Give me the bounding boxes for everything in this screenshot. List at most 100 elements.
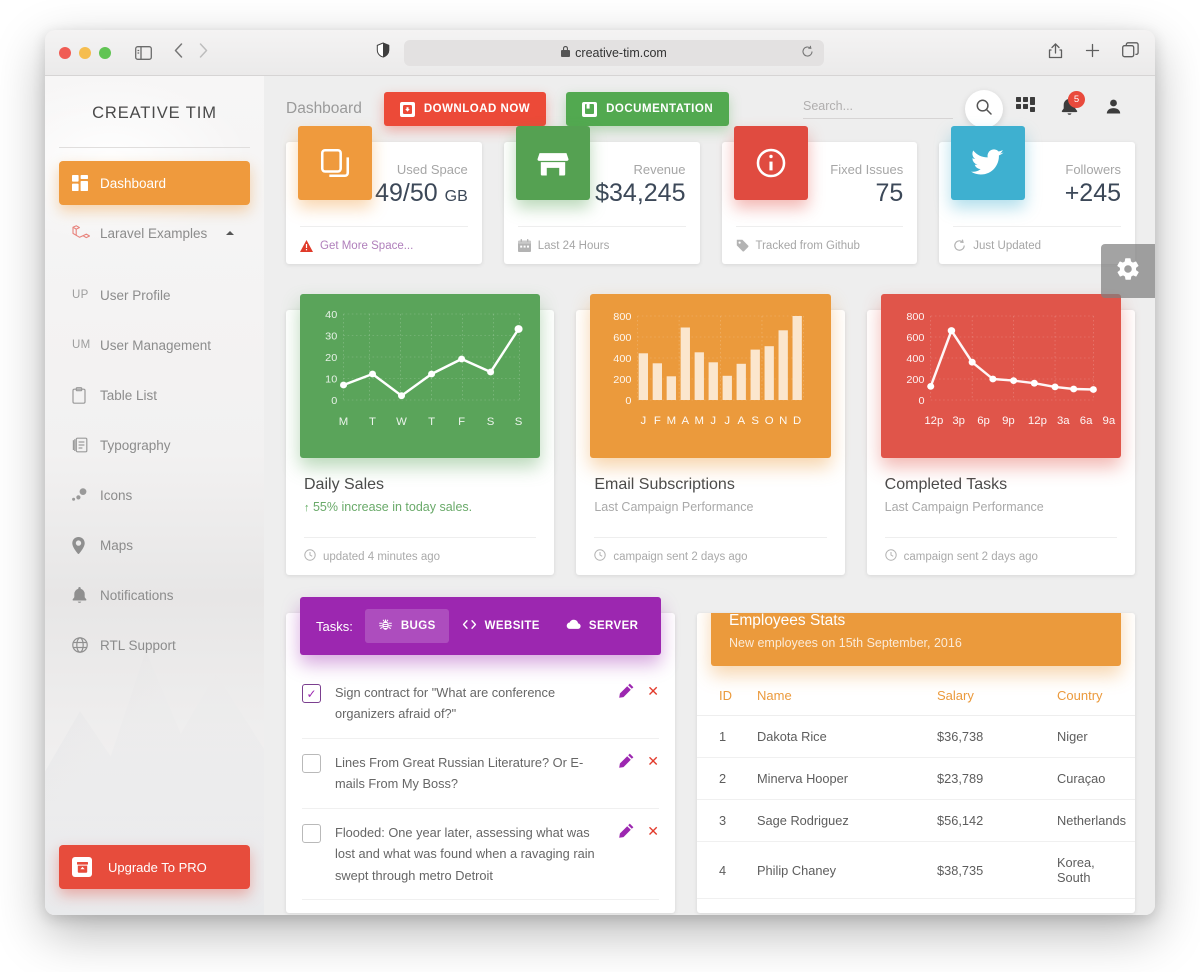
table-row: 3 Sage Rodriguez $56,142 Netherlands: [697, 799, 1135, 842]
cell-country: Korea, South: [1049, 841, 1135, 899]
column-header-name: Name: [749, 678, 929, 716]
completed-tasks-chart: 800 600 400 200 0 12p 3p 6p 9p 12p 3a 6a…: [880, 294, 1121, 458]
sidebar-item-user-profile[interactable]: UP User Profile: [59, 273, 250, 317]
chart-title: Email Subscriptions: [594, 476, 735, 493]
reload-icon[interactable]: [801, 45, 814, 61]
dashboard-icon: [72, 175, 100, 191]
employees-subtitle: New employees on 15th September, 2016: [729, 636, 962, 650]
info-icon: [733, 126, 808, 200]
edit-icon[interactable]: [619, 683, 634, 703]
tab-website[interactable]: WEBSITE: [449, 609, 553, 643]
task-checkbox[interactable]: [302, 753, 321, 773]
chart-title: Daily Sales: [304, 476, 385, 493]
task-checkbox[interactable]: [302, 823, 321, 843]
sidebar-item-icons[interactable]: Icons: [59, 473, 250, 517]
sidebar-item-maps[interactable]: Maps: [59, 523, 250, 567]
search-button[interactable]: [965, 90, 1003, 128]
svg-text:J: J: [725, 415, 731, 427]
book-icon: [582, 101, 598, 117]
close-window-button[interactable]: [59, 46, 71, 59]
svg-text:12p: 12p: [1028, 415, 1047, 427]
clock-icon: [304, 549, 316, 564]
chart-footer-label: updated 4 minutes ago: [323, 550, 441, 563]
notifications-button[interactable]: 5: [1047, 89, 1091, 129]
svg-text:D: D: [793, 415, 801, 427]
chevron-up-icon[interactable]: [226, 231, 234, 235]
sidebar-item-dashboard[interactable]: Dashboard: [59, 161, 250, 205]
stat-footer[interactable]: Get More Space...: [300, 226, 468, 264]
svg-text:N: N: [779, 415, 787, 427]
sidebar-toggle-icon[interactable]: [135, 45, 152, 60]
documentation-button[interactable]: DOCUMENTATION: [566, 92, 730, 126]
delete-icon[interactable]: ✕: [647, 753, 659, 773]
sidebar-item-label: RTL Support: [100, 637, 176, 653]
task-list: ✓ Sign contract for "What are conference…: [286, 655, 675, 901]
task-text: Flooded: One year later, assessing what …: [335, 824, 595, 883]
chart-footer-label: campaign sent 2 days ago: [903, 550, 1038, 563]
chart-subtitle-value: 55%: [312, 500, 339, 514]
svg-text:800: 800: [906, 311, 924, 323]
cell-id: 3: [697, 799, 749, 842]
tab-overview-icon[interactable]: [1122, 42, 1139, 63]
share-icon[interactable]: [1048, 42, 1063, 64]
shield-icon[interactable]: [376, 42, 390, 63]
edit-icon[interactable]: [619, 753, 634, 773]
address-bar[interactable]: creative-tim.com: [404, 39, 824, 66]
stat-card-used-space: Used Space 49/50 GB Get More Space...: [286, 126, 482, 264]
app-container: CREATIVE TIM Dashboard Laravel Examples: [45, 76, 1155, 915]
stat-footer-label: Just Updated: [973, 239, 1042, 252]
svg-text:A: A: [682, 415, 690, 427]
svg-text:9p: 9p: [1002, 415, 1015, 427]
url-text: creative-tim.com: [575, 45, 667, 60]
cell-country: Curaçao: [1049, 757, 1135, 800]
back-button[interactable]: [174, 42, 183, 63]
svg-text:12p: 12p: [924, 415, 943, 427]
chart-card-completed-tasks: 800 600 400 200 0 12p 3p 6p 9p 12p 3a 6a…: [866, 294, 1135, 575]
clock-icon: [594, 549, 607, 564]
forward-button[interactable]: [199, 42, 208, 63]
tab-bugs[interactable]: BUGS: [364, 609, 449, 643]
edit-icon[interactable]: [619, 823, 634, 843]
user-account-button[interactable]: [1091, 89, 1135, 129]
delete-icon[interactable]: ✕: [647, 823, 659, 843]
svg-text:O: O: [765, 415, 774, 427]
stat-card-revenue: Revenue $34,245 Last 24 Hours: [503, 126, 700, 264]
apps-grid-button[interactable]: [1003, 89, 1047, 129]
sidebar-item-typography[interactable]: Typography: [59, 423, 250, 467]
completed-tasks-svg: 800 600 400 200 0 12p 3p 6p 9p 12p 3a 6a…: [906, 311, 1116, 427]
upgrade-to-pro-button[interactable]: Upgrade To PRO: [59, 845, 250, 889]
tab-label: SERVER: [588, 620, 639, 632]
tag-icon: [736, 239, 749, 252]
sidebar-item-laravel-examples[interactable]: Laravel Examples: [59, 211, 250, 255]
delete-icon[interactable]: ✕: [647, 683, 659, 703]
employees-header: Employees Stats New employees on 15th Se…: [711, 613, 1121, 666]
settings-panel-toggle[interactable]: [1101, 244, 1155, 298]
search-input[interactable]: Search...: [803, 99, 953, 119]
minimize-window-button[interactable]: [79, 46, 91, 59]
tab-server[interactable]: SERVER: [553, 609, 651, 643]
user-profile-initials: UP: [72, 289, 89, 301]
unarchive-icon: [72, 857, 92, 877]
sidebar-item-notifications[interactable]: Notifications: [59, 573, 250, 617]
sidebar-item-user-management[interactable]: UM User Management: [59, 323, 250, 367]
task-checkbox[interactable]: ✓: [302, 684, 321, 703]
svg-text:0: 0: [918, 395, 924, 407]
svg-text:3a: 3a: [1057, 415, 1070, 427]
download-label: DOWNLOAD NOW: [423, 103, 531, 115]
bottom-row: Tasks: BUGS WEBSITE SERVER ✓ Sign contra…: [286, 597, 1135, 913]
maximize-window-button[interactable]: [99, 46, 111, 59]
browser-window: creative-tim.com CREATIVE TIM Dashboard …: [45, 30, 1155, 915]
task-row: Flooded: One year later, assessing what …: [302, 809, 659, 901]
new-tab-icon[interactable]: [1085, 43, 1100, 63]
daily-sales-svg: 40 30 20 10 0 M T W T F S S: [325, 309, 523, 428]
download-now-button[interactable]: DOWNLOAD NOW: [383, 92, 547, 126]
cell-country: Netherlands: [1049, 799, 1135, 842]
sidebar-item-label: Typography: [100, 437, 171, 453]
sidebar-item-table-list[interactable]: Table List: [59, 373, 250, 417]
svg-text:0: 0: [626, 395, 632, 407]
page-title: Dashboard: [286, 100, 362, 117]
tasks-header: Tasks: BUGS WEBSITE SERVER: [300, 597, 661, 655]
sidebar-item-rtl-support[interactable]: RTL Support: [59, 623, 250, 667]
chart-card-daily-sales: 40 30 20 10 0 MTW TFSS Daily Sales ↑ 55%…: [286, 294, 555, 575]
cell-name: Philip Chaney: [749, 841, 929, 899]
